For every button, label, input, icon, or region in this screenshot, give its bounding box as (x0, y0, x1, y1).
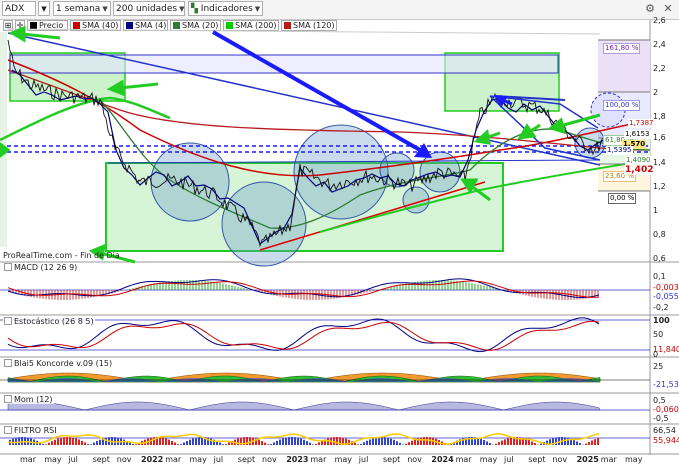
fib-tag-0: 0,00 % (608, 193, 637, 204)
mom-panel (0, 401, 650, 411)
sma-200-line (0, 96, 171, 142)
month-label: jul (358, 455, 369, 464)
price-tick: 1,8 (653, 112, 666, 121)
price-tick: 2,4 (653, 40, 666, 49)
blai5-tick: 25 (653, 362, 664, 371)
price-tick: 1 (653, 206, 659, 215)
month-label: nov (116, 455, 132, 464)
month-label: nov (407, 455, 422, 464)
month-label: may (625, 455, 643, 464)
price-tick: 1,2 (653, 182, 666, 191)
macd-panel (0, 278, 650, 300)
filtro-title-text: FILTRO RSI (14, 426, 57, 435)
price-tick: 0,6 (653, 254, 666, 263)
blai5-title-text: Blai5 Koncorde v.09 (15) (14, 359, 113, 368)
panel-toggle-icon (4, 317, 12, 325)
stoch-title-text: Estocástico (26 8 5) (14, 317, 94, 326)
mom-tick: -0,0600 (653, 405, 679, 414)
price-tag-sma40: 1,402 (624, 165, 655, 175)
year-label: 2024 (431, 455, 454, 464)
filtro-panel (0, 433, 650, 445)
month-label: mar (310, 455, 327, 464)
stoch-tick: 0 (653, 350, 659, 359)
price-tick: 1,4 (653, 158, 666, 167)
mom-title[interactable]: Mom (12) (3, 395, 54, 404)
month-label: sept (383, 455, 401, 464)
filtro-title[interactable]: FILTRO RSI (3, 426, 58, 435)
chart-canvas[interactable] (0, 0, 679, 465)
price-tag-sma120: 1,7387 (628, 119, 655, 128)
fib-tag-100: 100,00 % (603, 100, 641, 111)
macd-tick: -0,0558 (653, 292, 679, 301)
mom-tick: 0,5 (653, 396, 666, 405)
data-source-label: ProRealTime.com - Fin de Día (3, 251, 120, 260)
price-tick: 2,2 (653, 64, 666, 73)
blai5-panel (0, 372, 650, 383)
mom-title-text: Mom (12) (14, 395, 53, 404)
month-label: jul (68, 455, 78, 464)
year-label: 2023 (286, 455, 309, 464)
month-label: sept (528, 455, 546, 464)
price-tick: 1,6 (653, 133, 666, 142)
filtro-tick: 55,944 (653, 436, 679, 445)
price-tick: 2 (653, 88, 659, 97)
month-label: may (44, 455, 62, 464)
month-label: may (479, 455, 498, 464)
month-label: nov (552, 455, 568, 464)
month-label: jul (213, 455, 224, 464)
filtro-tick: 66,54 (653, 426, 676, 435)
month-label: mar (600, 455, 617, 464)
fib-tag-161: 161,80 % (603, 43, 641, 54)
stoch-tick: 100 (653, 316, 670, 325)
price-tag-sma20: 1,4090 (625, 156, 652, 165)
trendline-flat (7, 28, 601, 35)
month-label: mar (20, 455, 36, 464)
macd-title-text: MACD (12 26 9) (14, 263, 78, 272)
panel-toggle-icon (4, 426, 12, 434)
price-tick: 0,8 (653, 230, 666, 239)
month-label: nov (262, 455, 277, 464)
panel-toggle-icon (4, 263, 12, 271)
month-label: may (334, 455, 353, 464)
panel-toggle-icon (4, 359, 12, 367)
macd-tick: -0,0032 (653, 283, 679, 292)
month-label: sept (237, 455, 256, 464)
month-label: sept (92, 455, 110, 464)
stoch-panel (0, 317, 650, 353)
macd-tick: -0,2 (653, 303, 669, 312)
panel-toggle-icon (4, 395, 12, 403)
month-label: mar (165, 455, 182, 464)
price-tick: 2,6 (653, 16, 666, 25)
macd-title[interactable]: MACD (12 26 9) (3, 263, 79, 272)
year-label: 2022 (141, 455, 164, 464)
stoch-title[interactable]: Estocástico (26 8 5) (3, 317, 95, 326)
mom-tick: -0,5 (653, 414, 669, 423)
month-label: mar (455, 455, 472, 464)
macd-tick: 0,1 (653, 272, 666, 281)
year-label: 2025 (576, 455, 599, 464)
month-label: may (189, 455, 207, 464)
stoch-tick: 50 (653, 330, 664, 339)
blai5-title[interactable]: Blai5 Koncorde v.09 (15) (3, 359, 114, 368)
month-label: jul (504, 455, 514, 464)
price-tag-sma4: 1,5395 (606, 146, 633, 155)
price-tag-high: 1,6153 (624, 130, 651, 139)
blai5-tick: -21,538 (653, 380, 679, 389)
